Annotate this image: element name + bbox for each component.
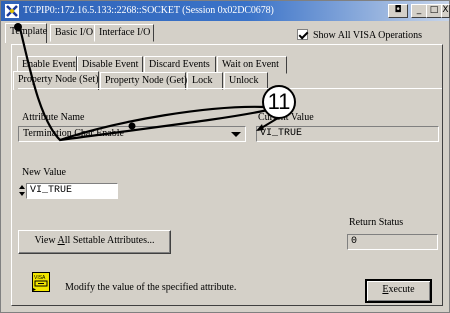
current-value-field: VI_TRUE bbox=[256, 126, 439, 142]
attribute-name-label: Attribute Name bbox=[22, 112, 85, 123]
view-all-settable-attributes-button[interactable]: View All Settable Attributes... bbox=[18, 230, 171, 254]
window-title: TCPIP0::172.16.5.133::2268::SOCKET (Sess… bbox=[23, 5, 274, 16]
new-value-label: New Value bbox=[22, 167, 66, 178]
extra-title-button[interactable]: ◘ bbox=[388, 4, 408, 18]
visa-window: TCPIP0::172.16.5.133::2268::SOCKET (Sess… bbox=[0, 0, 450, 313]
visa-function-icon: VISA bbox=[32, 272, 50, 292]
help-text: Modify the value of the specified attrib… bbox=[65, 282, 237, 293]
return-status-label: Return Status bbox=[349, 217, 404, 228]
callout-number-badge: 11 bbox=[262, 85, 296, 119]
close-button[interactable]: X bbox=[441, 4, 450, 18]
new-value-input[interactable]: VI_TRUE bbox=[26, 183, 118, 199]
tab-basic-io[interactable]: Basic I/O bbox=[50, 24, 100, 42]
visa-app-icon bbox=[5, 4, 19, 18]
return-status-field: 0 bbox=[347, 234, 438, 250]
tab-interface-io[interactable]: Interface I/O bbox=[94, 24, 154, 42]
maximize-button[interactable]: □ bbox=[426, 4, 442, 18]
new-value-spinner[interactable] bbox=[18, 184, 26, 198]
visa-icon-text: VISA bbox=[34, 275, 46, 281]
attribute-name-dropdown[interactable]: Termination Char Enable bbox=[18, 126, 246, 142]
execute-button[interactable]: Execute bbox=[365, 279, 432, 303]
minimize-button[interactable]: _ bbox=[411, 4, 427, 18]
dropdown-arrow-icon[interactable] bbox=[231, 132, 241, 137]
spin-down-icon[interactable] bbox=[19, 192, 25, 196]
spin-up-icon[interactable] bbox=[19, 185, 25, 189]
tab-template[interactable]: Template bbox=[5, 23, 47, 43]
show-all-visa-label: Show All VISA Operations bbox=[313, 30, 422, 41]
title-bar: TCPIP0::172.16.5.133::2268::SOCKET (Sess… bbox=[1, 1, 450, 21]
attribute-name-value: Termination Char Enable bbox=[23, 128, 124, 139]
show-all-visa-checkbox[interactable]: Show All VISA Operations bbox=[297, 29, 422, 41]
checkbox-checked-icon[interactable] bbox=[297, 29, 308, 40]
